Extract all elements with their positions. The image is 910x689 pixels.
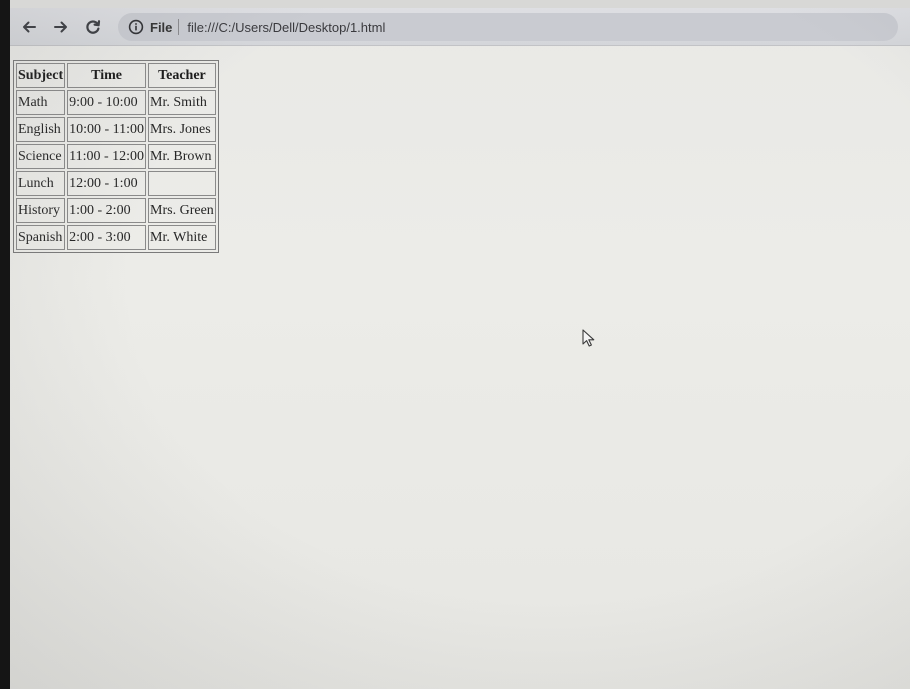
arrow-right-icon — [54, 21, 67, 33]
column-header-subject: Subject — [16, 63, 66, 88]
browser-toolbar: File file:///C:/Users/Dell/Desktop/1.htm… — [10, 8, 910, 46]
time-cell: 10:00 - 11:00 — [67, 117, 147, 142]
table-header-row: Subject Time Teacher — [16, 63, 216, 88]
arrow-left-icon — [23, 21, 36, 33]
teacher-cell: Mr. Brown — [148, 144, 216, 169]
teacher-cell: Mr. White — [148, 225, 216, 250]
column-header-time: Time — [67, 63, 147, 88]
reload-icon — [86, 20, 101, 34]
address-separator — [178, 19, 180, 35]
info-icon[interactable] — [128, 19, 144, 35]
subject-cell: History — [16, 198, 66, 223]
time-cell: 12:00 - 1:00 — [67, 171, 147, 196]
subject-cell: English — [16, 117, 66, 142]
teacher-cell: Mr. Smith — [148, 90, 216, 115]
table-row: Spanish 2:00 - 3:00 Mr. White — [16, 225, 216, 250]
time-cell: 11:00 - 12:00 — [67, 144, 147, 169]
browser-window: File file:///C:/Users/Dell/Desktop/1.htm… — [10, 8, 910, 689]
subject-cell: Spanish — [16, 225, 66, 250]
reload-button[interactable] — [82, 16, 104, 38]
page-content: Subject Time Teacher Math 9:00 - 10:00 M… — [10, 46, 910, 689]
back-button[interactable] — [18, 16, 40, 38]
table-row: Lunch 12:00 - 1:00 — [16, 171, 216, 196]
subject-cell: Lunch — [16, 171, 66, 196]
teacher-cell: Mrs. Green — [148, 198, 216, 223]
time-cell: 9:00 - 10:00 — [67, 90, 147, 115]
time-cell: 1:00 - 2:00 — [67, 198, 147, 223]
table-row: History 1:00 - 2:00 Mrs. Green — [16, 198, 216, 223]
forward-button[interactable] — [50, 16, 72, 38]
teacher-cell — [148, 171, 216, 196]
table-row: English 10:00 - 11:00 Mrs. Jones — [16, 117, 216, 142]
site-scheme-label[interactable]: File — [150, 20, 172, 35]
monitor-bezel — [0, 0, 10, 689]
schedule-table: Subject Time Teacher Math 9:00 - 10:00 M… — [13, 60, 219, 253]
mouse-pointer-icon — [582, 329, 595, 347]
monitor-top-edge — [0, 0, 910, 8]
column-header-teacher: Teacher — [148, 63, 216, 88]
subject-cell: Science — [16, 144, 66, 169]
time-cell: 2:00 - 3:00 — [67, 225, 147, 250]
table-row: Math 9:00 - 10:00 Mr. Smith — [16, 90, 216, 115]
address-bar[interactable]: File file:///C:/Users/Dell/Desktop/1.htm… — [118, 13, 898, 41]
subject-cell: Math — [16, 90, 66, 115]
teacher-cell: Mrs. Jones — [148, 117, 216, 142]
table-row: Science 11:00 - 12:00 Mr. Brown — [16, 144, 216, 169]
url-text[interactable]: file:///C:/Users/Dell/Desktop/1.html — [187, 20, 385, 35]
